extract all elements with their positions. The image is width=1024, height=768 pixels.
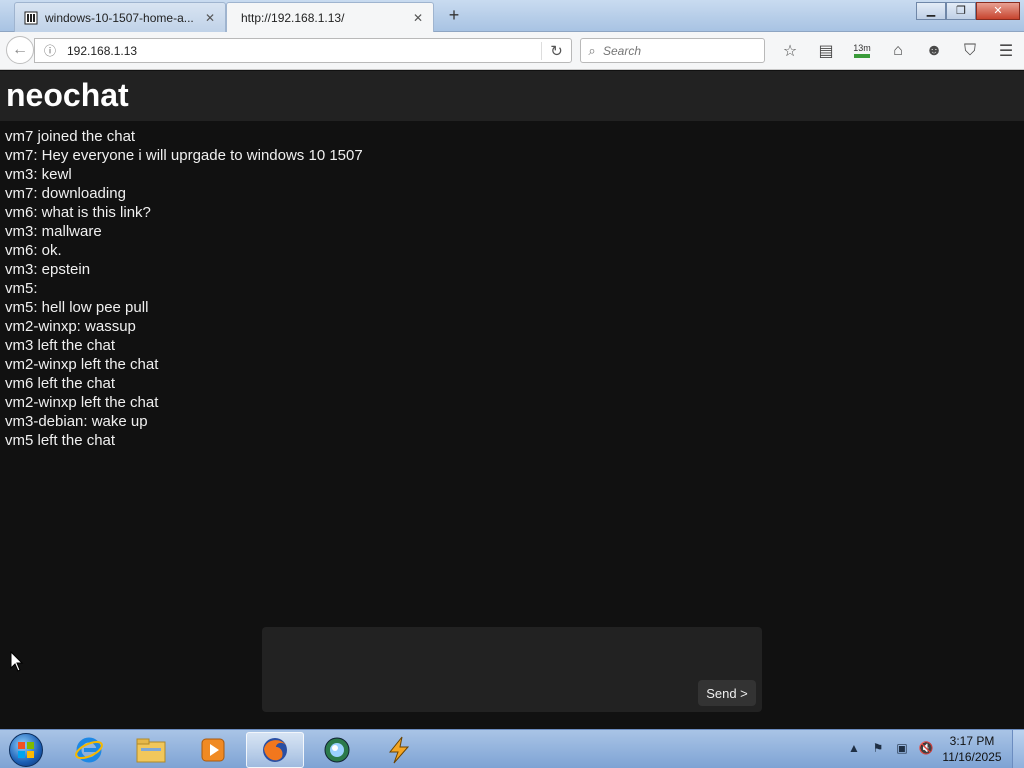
chat-message: vm2-winxp left the chat	[5, 394, 159, 411]
start-button[interactable]	[6, 731, 46, 768]
tab-title: windows-10-1507-home-a...	[45, 10, 194, 25]
page-header: neochat	[0, 71, 1024, 121]
volume-muted-icon[interactable]: 🔇	[914, 736, 938, 760]
internet-explorer-taskbar-button[interactable]	[60, 732, 118, 768]
internet-explorer-icon	[75, 737, 103, 763]
close-icon[interactable]: ✕	[411, 11, 425, 25]
search-bar[interactable]: ⌕	[580, 38, 765, 63]
tab-title: http://192.168.1.13/	[241, 10, 345, 25]
hello-smiley-icon[interactable]: ☻	[916, 38, 952, 64]
chat-message: vm6: what is this link?	[5, 204, 151, 221]
show-desktop-button[interactable]	[1012, 730, 1024, 768]
network-icon[interactable]: ▣	[890, 736, 914, 760]
chat-message: vm5:	[5, 280, 38, 297]
home-icon[interactable]: ⌂	[880, 38, 916, 64]
folder-icon	[136, 738, 166, 763]
nav-bar: ← ⓘ 192.168.1.13 ↻ ⌕ ☆ ▤ 13m ⌂ ☻ ⛉ ☰	[0, 32, 1024, 70]
back-arrow-icon: ←	[12, 41, 28, 58]
download-badge: 13m	[853, 43, 871, 53]
reading-list-icon[interactable]: ▤	[808, 38, 844, 64]
chat-message: vm6: ok.	[5, 242, 62, 259]
tab-neochat[interactable]: http://192.168.1.13/ ✕	[226, 2, 434, 32]
search-icon: ⌕	[588, 42, 596, 58]
taskbar-clock[interactable]: 3:17 PM 11/16/2025	[940, 733, 1004, 765]
lightning-bolt-icon	[388, 736, 410, 764]
reload-icon[interactable]: ↻	[541, 41, 571, 60]
explorer-taskbar-button[interactable]	[122, 732, 180, 768]
tab-strip: windows-10-1507-home-a... ✕ http://192.1…	[0, 0, 1024, 32]
toolbar-icons: ☆ ▤ 13m ⌂ ☻ ⛉ ☰	[772, 38, 1024, 64]
download-progress-bar	[854, 54, 870, 58]
search-input[interactable]	[603, 43, 753, 58]
show-hidden-icons-icon[interactable]: ▲	[842, 736, 866, 760]
pocket-icon[interactable]: ⛉	[952, 38, 988, 64]
close-icon[interactable]: ✕	[203, 11, 217, 25]
window-controls: ▁ ❐ ✕	[916, 2, 1020, 20]
taskbar: ▲ ⚑ ▣ 🔇 3:17 PM 11/16/2025	[0, 729, 1024, 768]
chat-message: vm7 joined the chat	[5, 128, 136, 145]
new-tab-button[interactable]: +	[444, 5, 464, 25]
firefox-taskbar-button[interactable]	[246, 732, 304, 768]
chat-message: vm2-winxp left the chat	[5, 356, 159, 373]
url-text[interactable]: 192.168.1.13	[61, 44, 541, 58]
minimize-button[interactable]: ▁	[916, 2, 946, 20]
downloads-icon[interactable]: 13m	[844, 38, 880, 64]
archive-icon	[23, 10, 39, 26]
clock-date: 11/16/2025	[942, 750, 1002, 764]
page-content: neochat vm7 joined the chat vm7: Hey eve…	[0, 71, 1024, 729]
tab-windows-iso[interactable]: windows-10-1507-home-a... ✕	[14, 2, 226, 32]
globe-app-icon	[324, 737, 350, 763]
message-list: vm7 joined the chat vm7: Hey everyone i …	[5, 127, 905, 450]
url-bar[interactable]: ⓘ 192.168.1.13 ↻	[34, 38, 572, 63]
bookmark-star-icon[interactable]: ☆	[772, 38, 808, 64]
chat-message: vm6 left the chat	[5, 375, 116, 392]
page-title: neochat	[6, 77, 129, 113]
back-button[interactable]: ←	[6, 36, 34, 64]
chat-message: vm3 left the chat	[5, 337, 116, 354]
message-input[interactable]	[270, 633, 695, 705]
chat-message: vm2-winxp: wassup	[5, 318, 136, 335]
media-player-taskbar-button[interactable]	[184, 732, 242, 768]
menu-icon[interactable]: ☰	[988, 38, 1024, 64]
message-composer: Send >	[262, 627, 762, 712]
chat-message: vm7: downloading	[5, 185, 126, 202]
app-taskbar-button[interactable]	[308, 732, 366, 768]
chat-message: vm3: epstein	[5, 261, 91, 278]
chat-message: vm5 left the chat	[5, 432, 116, 449]
info-icon[interactable]: ⓘ	[39, 42, 61, 59]
clock-time: 3:17 PM	[949, 734, 995, 748]
close-window-button[interactable]: ✕	[976, 2, 1020, 20]
winamp-taskbar-button[interactable]	[370, 732, 428, 768]
system-tray: ▲ ⚑ ▣ 🔇	[842, 736, 938, 760]
firefox-icon	[263, 738, 287, 762]
maximize-button[interactable]: ❐	[946, 2, 976, 20]
mouse-cursor-icon	[10, 651, 24, 672]
send-button[interactable]: Send >	[698, 680, 756, 706]
chat-message: vm3: kewl	[5, 166, 72, 183]
action-center-flag-icon[interactable]: ⚑	[866, 736, 890, 760]
chat-message: vm3: mallware	[5, 223, 102, 240]
media-player-icon	[201, 738, 225, 762]
chat-message: vm7: Hey everyone i will uprgade to wind…	[5, 147, 363, 164]
windows-logo-icon	[9, 733, 43, 767]
chat-message: vm3-debian: wake up	[5, 413, 148, 430]
chat-message: vm5: hell low pee pull	[5, 299, 149, 316]
